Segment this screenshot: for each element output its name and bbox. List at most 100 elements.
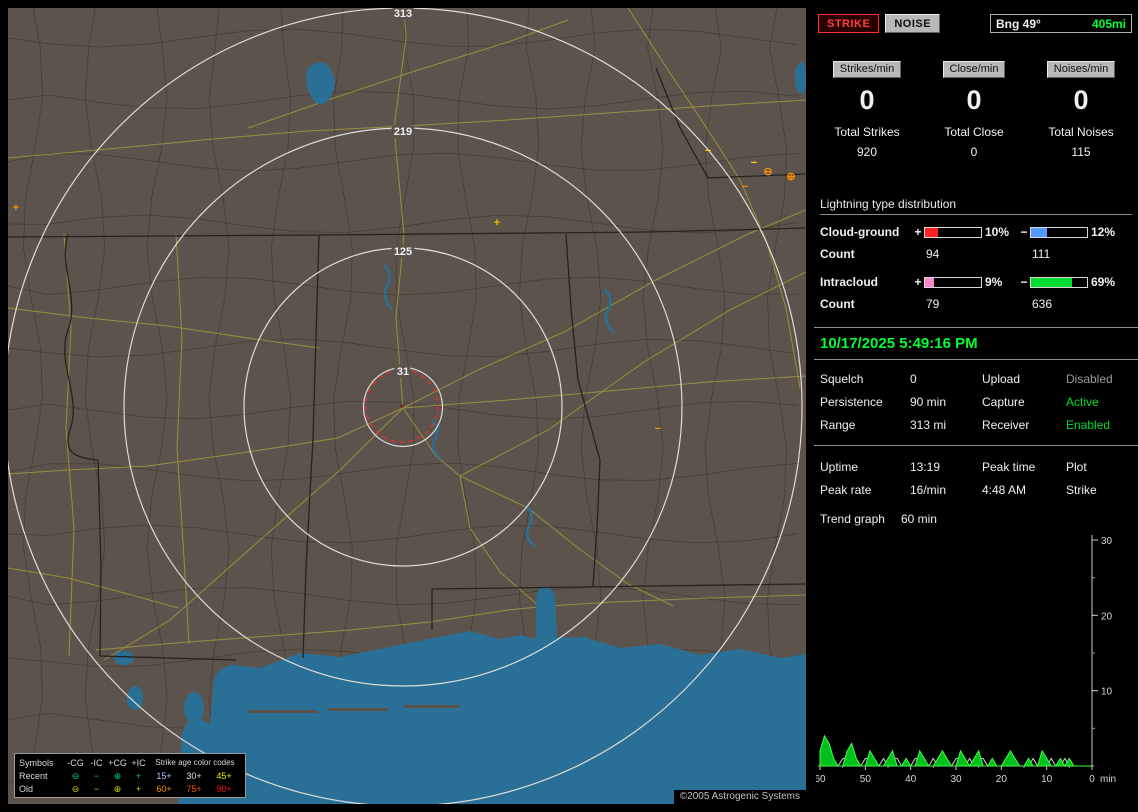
svg-text:30: 30 (950, 774, 962, 785)
age-code: 45+ (209, 770, 239, 782)
age-code: 75+ (179, 783, 209, 795)
trend-graph-label: Trend graph (820, 512, 885, 526)
cg-minus-bar (1030, 227, 1088, 238)
trend-header: Trend graph 60 min (820, 512, 1132, 526)
neg-cg-symbol: ⊖ (65, 783, 86, 795)
cg-plus-bar-fill (925, 228, 938, 237)
strikes-per-min-chip: Strikes/min (833, 61, 901, 78)
ic-plus-bar-fill (925, 278, 934, 287)
close-per-min-value: 0 (966, 85, 981, 116)
age-code: 90+ (209, 783, 239, 795)
section-divider (814, 445, 1138, 446)
plus-sign: + (912, 225, 924, 239)
squelch-value: 0 (910, 372, 982, 386)
mode-toolbar: STRIKE NOISE Bng 49° 405mi (818, 14, 1132, 33)
trend-graph: 1020306050403020100min (816, 530, 1134, 800)
distribution-title: Lightning type distribution (820, 197, 1132, 215)
strike-symbol: + (494, 217, 500, 229)
age-code: 30+ (179, 770, 209, 782)
age-code: 15+ (149, 770, 179, 782)
total-strikes-value: 920 (857, 145, 877, 159)
receiver-value: Enabled (1066, 418, 1132, 432)
datetime-text: 10/17/2025 5:49:16 PM (820, 335, 978, 352)
strike-symbol: − (751, 157, 757, 169)
svg-text:60: 60 (816, 774, 826, 785)
legend-header-row: Symbols -CG -IC +CG +IC Strike age color… (19, 756, 241, 769)
ic-plus-count: 79 (924, 297, 1018, 311)
neg-ic-symbol: − (86, 783, 107, 795)
svg-text:10: 10 (1101, 687, 1113, 698)
ic-minus-count: 636 (1030, 297, 1052, 311)
strike-symbol: − (742, 181, 748, 193)
legend-row-label: Recent (19, 770, 65, 782)
intracloud-row: Intracloud + 9% − 69% (820, 275, 1138, 289)
status-grid: Squelch 0 Upload Disabled Persistence 90… (820, 372, 1132, 432)
detector-position (400, 404, 404, 408)
map-legend: Symbols -CG -IC +CG +IC Strike age color… (14, 753, 246, 798)
bearing-range: 405mi (1092, 17, 1126, 31)
total-close-value: 0 (971, 145, 978, 159)
ic-minus-bar (1030, 277, 1088, 288)
total-strikes-label: Total Strikes (834, 125, 899, 139)
strikes-per-min-value: 0 (859, 85, 874, 116)
upload-label: Upload (982, 372, 1066, 386)
uptime-value: 13:19 (910, 460, 982, 474)
persistence-label: Persistence (820, 395, 910, 409)
svg-text:20: 20 (1101, 611, 1113, 622)
ic-plus-pct: 9% (982, 275, 1018, 289)
strike-map-canvas[interactable]: 313 219 125 31 ++−⊖⊕−−− (8, 8, 806, 804)
cg-minus-bar-fill (1031, 228, 1047, 237)
cloud-ground-label: Cloud-ground (820, 225, 912, 239)
ic-minus-pct: 69% (1088, 275, 1124, 289)
close-rate-column: Close/min 0 Total Close 0 (925, 61, 1023, 159)
count-label: Count (820, 247, 912, 261)
plot-value: Strike (1066, 483, 1132, 497)
trend-window-value: 60 min (901, 512, 937, 526)
minus-sign: − (1018, 225, 1030, 239)
legend-type-header: +IC (128, 757, 149, 769)
peak-rate-value: 16/min (910, 483, 982, 497)
bearing-label: Bng 49° (996, 17, 1041, 31)
total-noises-value: 115 (1071, 145, 1090, 159)
squelch-label: Squelch (820, 372, 910, 386)
range-value: 313 mi (910, 418, 982, 432)
svg-text:30: 30 (1101, 536, 1113, 547)
strike-map[interactable]: 313 219 125 31 ++−⊖⊕−−− Symbols -CG -IC … (8, 8, 806, 804)
noise-mode-button[interactable]: NOISE (885, 14, 940, 33)
total-close-label: Total Close (944, 125, 1003, 139)
strike-mode-button[interactable]: STRIKE (818, 14, 879, 33)
pos-ic-symbol: + (128, 783, 149, 795)
legend-row-label: Old (19, 783, 65, 795)
legend-old-row: Old ⊖ − ⊕ + 60+ 75+ 90+ (19, 782, 241, 795)
bearing-display: Bng 49° 405mi (990, 14, 1132, 33)
range-ring-label: 313 (394, 8, 412, 20)
legend-symbols-header: Symbols (19, 757, 65, 769)
cloud-ground-count-row: Count 94 111 (820, 247, 1138, 261)
strike-symbol: + (13, 202, 19, 214)
legend-type-header: +CG (107, 757, 128, 769)
ic-plus-bar (924, 277, 982, 288)
neg-ic-symbol: − (86, 770, 107, 782)
svg-text:min: min (1100, 774, 1116, 785)
cg-minus-pct: 12% (1088, 225, 1124, 239)
minus-sign: − (1018, 275, 1030, 289)
range-ring-label: 31 (397, 366, 409, 378)
legend-age-header: Strike age color codes (149, 757, 241, 769)
intracloud-count-row: Count 79 636 (820, 297, 1138, 311)
neg-cg-symbol: ⊖ (65, 770, 86, 782)
pos-ic-symbol: + (128, 770, 149, 782)
peak-time-value: 4:48 AM (982, 483, 1066, 497)
noises-per-min-value: 0 (1073, 85, 1088, 116)
noises-per-min-chip: Noises/min (1047, 61, 1115, 78)
persistence-value: 90 min (910, 395, 982, 409)
strike-symbol: − (655, 423, 661, 435)
range-ring-label: 125 (394, 246, 412, 258)
legend-recent-row: Recent ⊖ − ⊕ + 15+ 30+ 45+ (19, 769, 241, 782)
pos-cg-symbol: ⊕ (107, 783, 128, 795)
receiver-label: Receiver (982, 418, 1066, 432)
strike-symbol: − (705, 145, 711, 157)
ic-minus-bar-fill (1031, 278, 1072, 287)
upload-value: Disabled (1066, 372, 1132, 386)
plot-label: Plot (1066, 460, 1132, 474)
intracloud-label: Intracloud (820, 275, 912, 289)
